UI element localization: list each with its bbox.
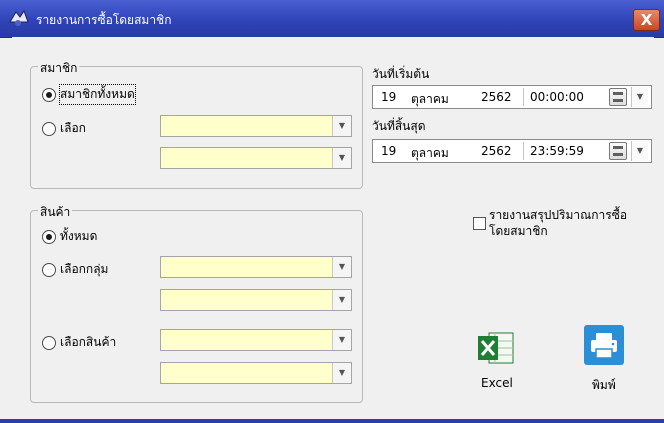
- print-button-label[interactable]: พิมพ์: [592, 376, 616, 395]
- summary-checkbox-label-line1: รายงานสรุปปริมาณการซื้อ: [489, 208, 628, 222]
- member-combo-2[interactable]: ▼: [160, 147, 352, 169]
- radio-label: สมาชิกทั้งหมด: [59, 84, 136, 105]
- start-date-picker[interactable]: 19 ตุลาคม 2562 00:00:00 ▼: [372, 85, 652, 109]
- product-group-combo-2[interactable]: ▼: [160, 289, 352, 311]
- end-time-spin-icon[interactable]: [609, 142, 627, 160]
- start-date-label: วันที่เริ่มต้น: [372, 67, 430, 81]
- start-month: ตุลาคม: [411, 92, 449, 106]
- excel-button-label[interactable]: Excel: [481, 376, 513, 390]
- start-time-spin-icon[interactable]: [609, 88, 627, 106]
- chevron-down-icon[interactable]: ▼: [332, 363, 351, 383]
- excel-icon[interactable]: [475, 330, 515, 366]
- radio-label: เลือก: [60, 121, 86, 135]
- start-year: 2562: [481, 90, 512, 104]
- end-date-picker[interactable]: 19 ตุลาคม 2562 23:59:59 ▼: [372, 139, 652, 163]
- end-day: 19: [381, 144, 397, 158]
- chevron-down-icon[interactable]: ▼: [332, 257, 351, 277]
- chevron-down-icon[interactable]: ▼: [332, 290, 351, 310]
- members-legend: สมาชิก: [38, 59, 80, 78]
- end-date-label: วันที่สิ้นสุด: [372, 119, 426, 133]
- radio-products-all[interactable]: ทั้งหมด: [42, 227, 97, 246]
- radio-dot: [42, 335, 56, 350]
- start-day: 19: [381, 90, 397, 104]
- title-bar: รายงานการซื้อโดยสมาชิก X: [0, 0, 664, 38]
- chevron-down-icon[interactable]: ▼: [631, 87, 648, 107]
- member-combo-1[interactable]: ▼: [160, 115, 352, 137]
- product-item-combo-1[interactable]: ▼: [160, 329, 352, 351]
- start-time: 00:00:00: [530, 90, 584, 104]
- radio-products-item[interactable]: เลือกสินค้า: [42, 333, 116, 352]
- radio-members-select[interactable]: เลือก: [42, 119, 86, 138]
- radio-dot: [42, 262, 56, 277]
- print-icon[interactable]: [584, 325, 624, 365]
- end-month: ตุลาคม: [411, 146, 449, 160]
- chevron-down-icon[interactable]: ▼: [332, 148, 351, 168]
- end-year: 2562: [481, 144, 512, 158]
- radio-label: ทั้งหมด: [60, 229, 98, 243]
- radio-dot: [42, 87, 56, 102]
- radio-dot: [42, 121, 56, 136]
- window-title: รายงานการซื้อโดยสมาชิก: [36, 13, 172, 27]
- close-button[interactable]: X: [633, 9, 660, 31]
- printer-glyph: [591, 333, 617, 359]
- chevron-down-icon[interactable]: ▼: [332, 116, 351, 136]
- radio-dot: [42, 229, 56, 244]
- radio-products-group[interactable]: เลือกกลุ่ม: [42, 260, 108, 279]
- products-legend: สินค้า: [38, 203, 73, 222]
- summary-checkbox-label-line2: โดยสมาชิก: [489, 224, 548, 238]
- radio-label: เลือกกลุ่ม: [60, 262, 109, 276]
- report-window: รายงานการซื้อโดยสมาชิก X สมาชิก สมาชิกทั…: [0, 0, 664, 423]
- product-item-combo-2[interactable]: ▼: [160, 362, 352, 384]
- divider: [523, 142, 524, 160]
- radio-label: เลือกสินค้า: [60, 335, 117, 349]
- app-icon: [9, 9, 29, 26]
- summary-checkbox[interactable]: [473, 217, 486, 230]
- end-time: 23:59:59: [530, 144, 584, 158]
- chevron-down-icon[interactable]: ▼: [332, 330, 351, 350]
- divider: [523, 88, 524, 106]
- product-group-combo-1[interactable]: ▼: [160, 256, 352, 278]
- window-bottom-border: [0, 419, 664, 423]
- radio-members-all[interactable]: สมาชิกทั้งหมด: [42, 84, 136, 105]
- chevron-down-icon[interactable]: ▼: [631, 141, 648, 161]
